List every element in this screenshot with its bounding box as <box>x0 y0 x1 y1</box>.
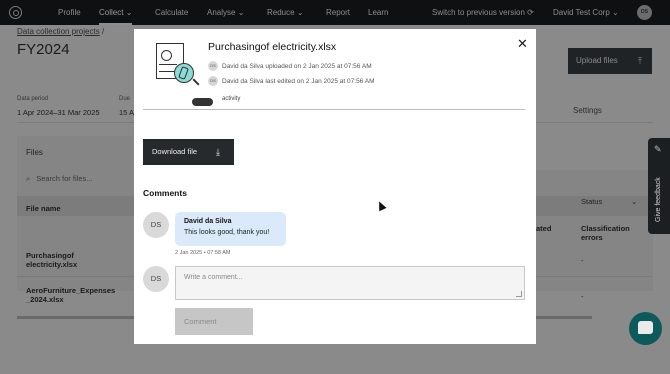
upload-icon: ⤒ <box>638 56 642 66</box>
user-avatar[interactable]: DS <box>637 5 652 20</box>
nav-analyse[interactable]: Analyse ⌄ <box>207 0 244 25</box>
comments-heading: Comments <box>143 188 187 198</box>
due-label: Due <box>119 96 131 102</box>
nav-collect-label: Collect <box>99 8 124 17</box>
tab-settings[interactable]: Settings <box>573 106 602 115</box>
avatar: DS <box>208 76 218 86</box>
document-analysis-icon <box>154 43 200 91</box>
org-selector[interactable]: David Test Corp ⌄ <box>553 0 619 25</box>
download-file-button[interactable]: Download file ⤓ <box>143 139 234 165</box>
avatar: DS <box>208 61 218 71</box>
chat-button[interactable] <box>629 312 662 345</box>
upload-files-label: Upload files <box>576 56 618 65</box>
avatar: DS <box>143 266 169 292</box>
file-search-input[interactable]: Search for files... <box>26 174 92 184</box>
segment-tab-active[interactable] <box>192 98 213 106</box>
chevron-down-icon: ⌄ <box>631 197 638 206</box>
column-file-name: File name <box>26 204 61 213</box>
comment-author: David da Silva <box>184 218 232 225</box>
chevron-down-icon: ⌄ <box>612 8 619 17</box>
comment-submit-button[interactable]: Comment <box>175 308 253 335</box>
comment-bubble: David da Silva This looks good, thank yo… <box>175 212 286 246</box>
file-details-modal: ✕ Purchasingof electricity.xlsx DS David… <box>134 29 536 344</box>
chat-bubble-icon <box>638 321 653 334</box>
give-feedback-tab[interactable]: ✎ Give feedback <box>648 138 670 234</box>
due-value: 15 A <box>119 108 135 117</box>
page-title: FY2024 <box>17 41 70 58</box>
status-filter-label: Status <box>581 197 603 206</box>
refresh-icon: ⟳ <box>527 8 534 17</box>
segment-divider <box>143 109 525 110</box>
breadcrumb-separator: / <box>102 27 105 36</box>
close-icon[interactable]: ✕ <box>517 36 528 52</box>
data-period-label: Data period <box>17 96 49 102</box>
breadcrumb[interactable]: Data collection projects <box>17 27 100 36</box>
logo-icon[interactable] <box>9 6 22 19</box>
avatar: DS <box>143 212 169 238</box>
column-classification-errors: Classification errors <box>581 224 630 242</box>
org-name: David Test Corp <box>553 8 610 17</box>
edit-event: DS David da Silva last edited on 2 Jan 2… <box>208 76 375 86</box>
pencil-icon: ✎ <box>654 144 662 154</box>
nav-collect[interactable]: Collect ⌄ <box>99 0 133 25</box>
file-row-name[interactable]: Purchasingof electricity.xlsx <box>26 251 126 269</box>
give-feedback-label: Give feedback <box>655 177 662 222</box>
comment-text: This looks good, thank you! <box>184 229 270 236</box>
nav-analyse-label: Analyse <box>207 8 236 17</box>
download-icon: ⤓ <box>216 147 220 157</box>
chevron-down-icon: ⌄ <box>125 8 133 17</box>
chevron-down-icon: ⌄ <box>237 8 245 17</box>
nav-reduce[interactable]: Reduce ⌄ <box>267 0 304 25</box>
switch-version-label: Switch to previous version <box>432 8 525 17</box>
nav-report[interactable]: Report <box>326 0 350 25</box>
file-row-name[interactable]: AeroFurniture_Expenses _2024.xlsx <box>26 286 126 304</box>
status-filter-select[interactable]: Status ⌄ <box>581 197 637 206</box>
top-navigation: Profile Collect ⌄ Calculate Analyse ⌄ Re… <box>0 0 670 25</box>
segment-tab-activity[interactable]: activity <box>222 96 240 102</box>
comment-input[interactable]: Write a comment... <box>175 266 525 300</box>
nav-profile[interactable]: Profile <box>58 0 81 25</box>
classification-value: - <box>581 256 584 265</box>
edit-event-text: David da Silva last edited on 2 Jan 2025… <box>222 77 375 85</box>
upload-event-text: David da Silva uploaded on 2 Jan 2025 at… <box>222 62 372 70</box>
files-title: Files <box>26 148 43 157</box>
chevron-down-icon: ⌄ <box>296 8 304 17</box>
nav-learn[interactable]: Learn <box>368 0 388 25</box>
nav-calculate[interactable]: Calculate <box>155 0 188 25</box>
column-updated: ated <box>536 224 552 233</box>
comment-timestamp: 2 Jan 2025 • 07:58 AM <box>175 250 231 256</box>
upload-event: DS David da Silva uploaded on 2 Jan 2025… <box>208 61 372 71</box>
nav-reduce-label: Reduce <box>267 8 295 17</box>
modal-file-name: Purchasingof electricity.xlsx <box>208 41 337 53</box>
data-period-value: 1 Apr 2024–31 Mar 2025 <box>17 108 100 117</box>
download-file-label: Download file <box>152 147 198 156</box>
upload-files-button[interactable]: Upload files ⤒ <box>568 48 652 74</box>
classification-value: - <box>581 292 584 301</box>
switch-version-link[interactable]: Switch to previous version ⟳ <box>432 0 534 25</box>
